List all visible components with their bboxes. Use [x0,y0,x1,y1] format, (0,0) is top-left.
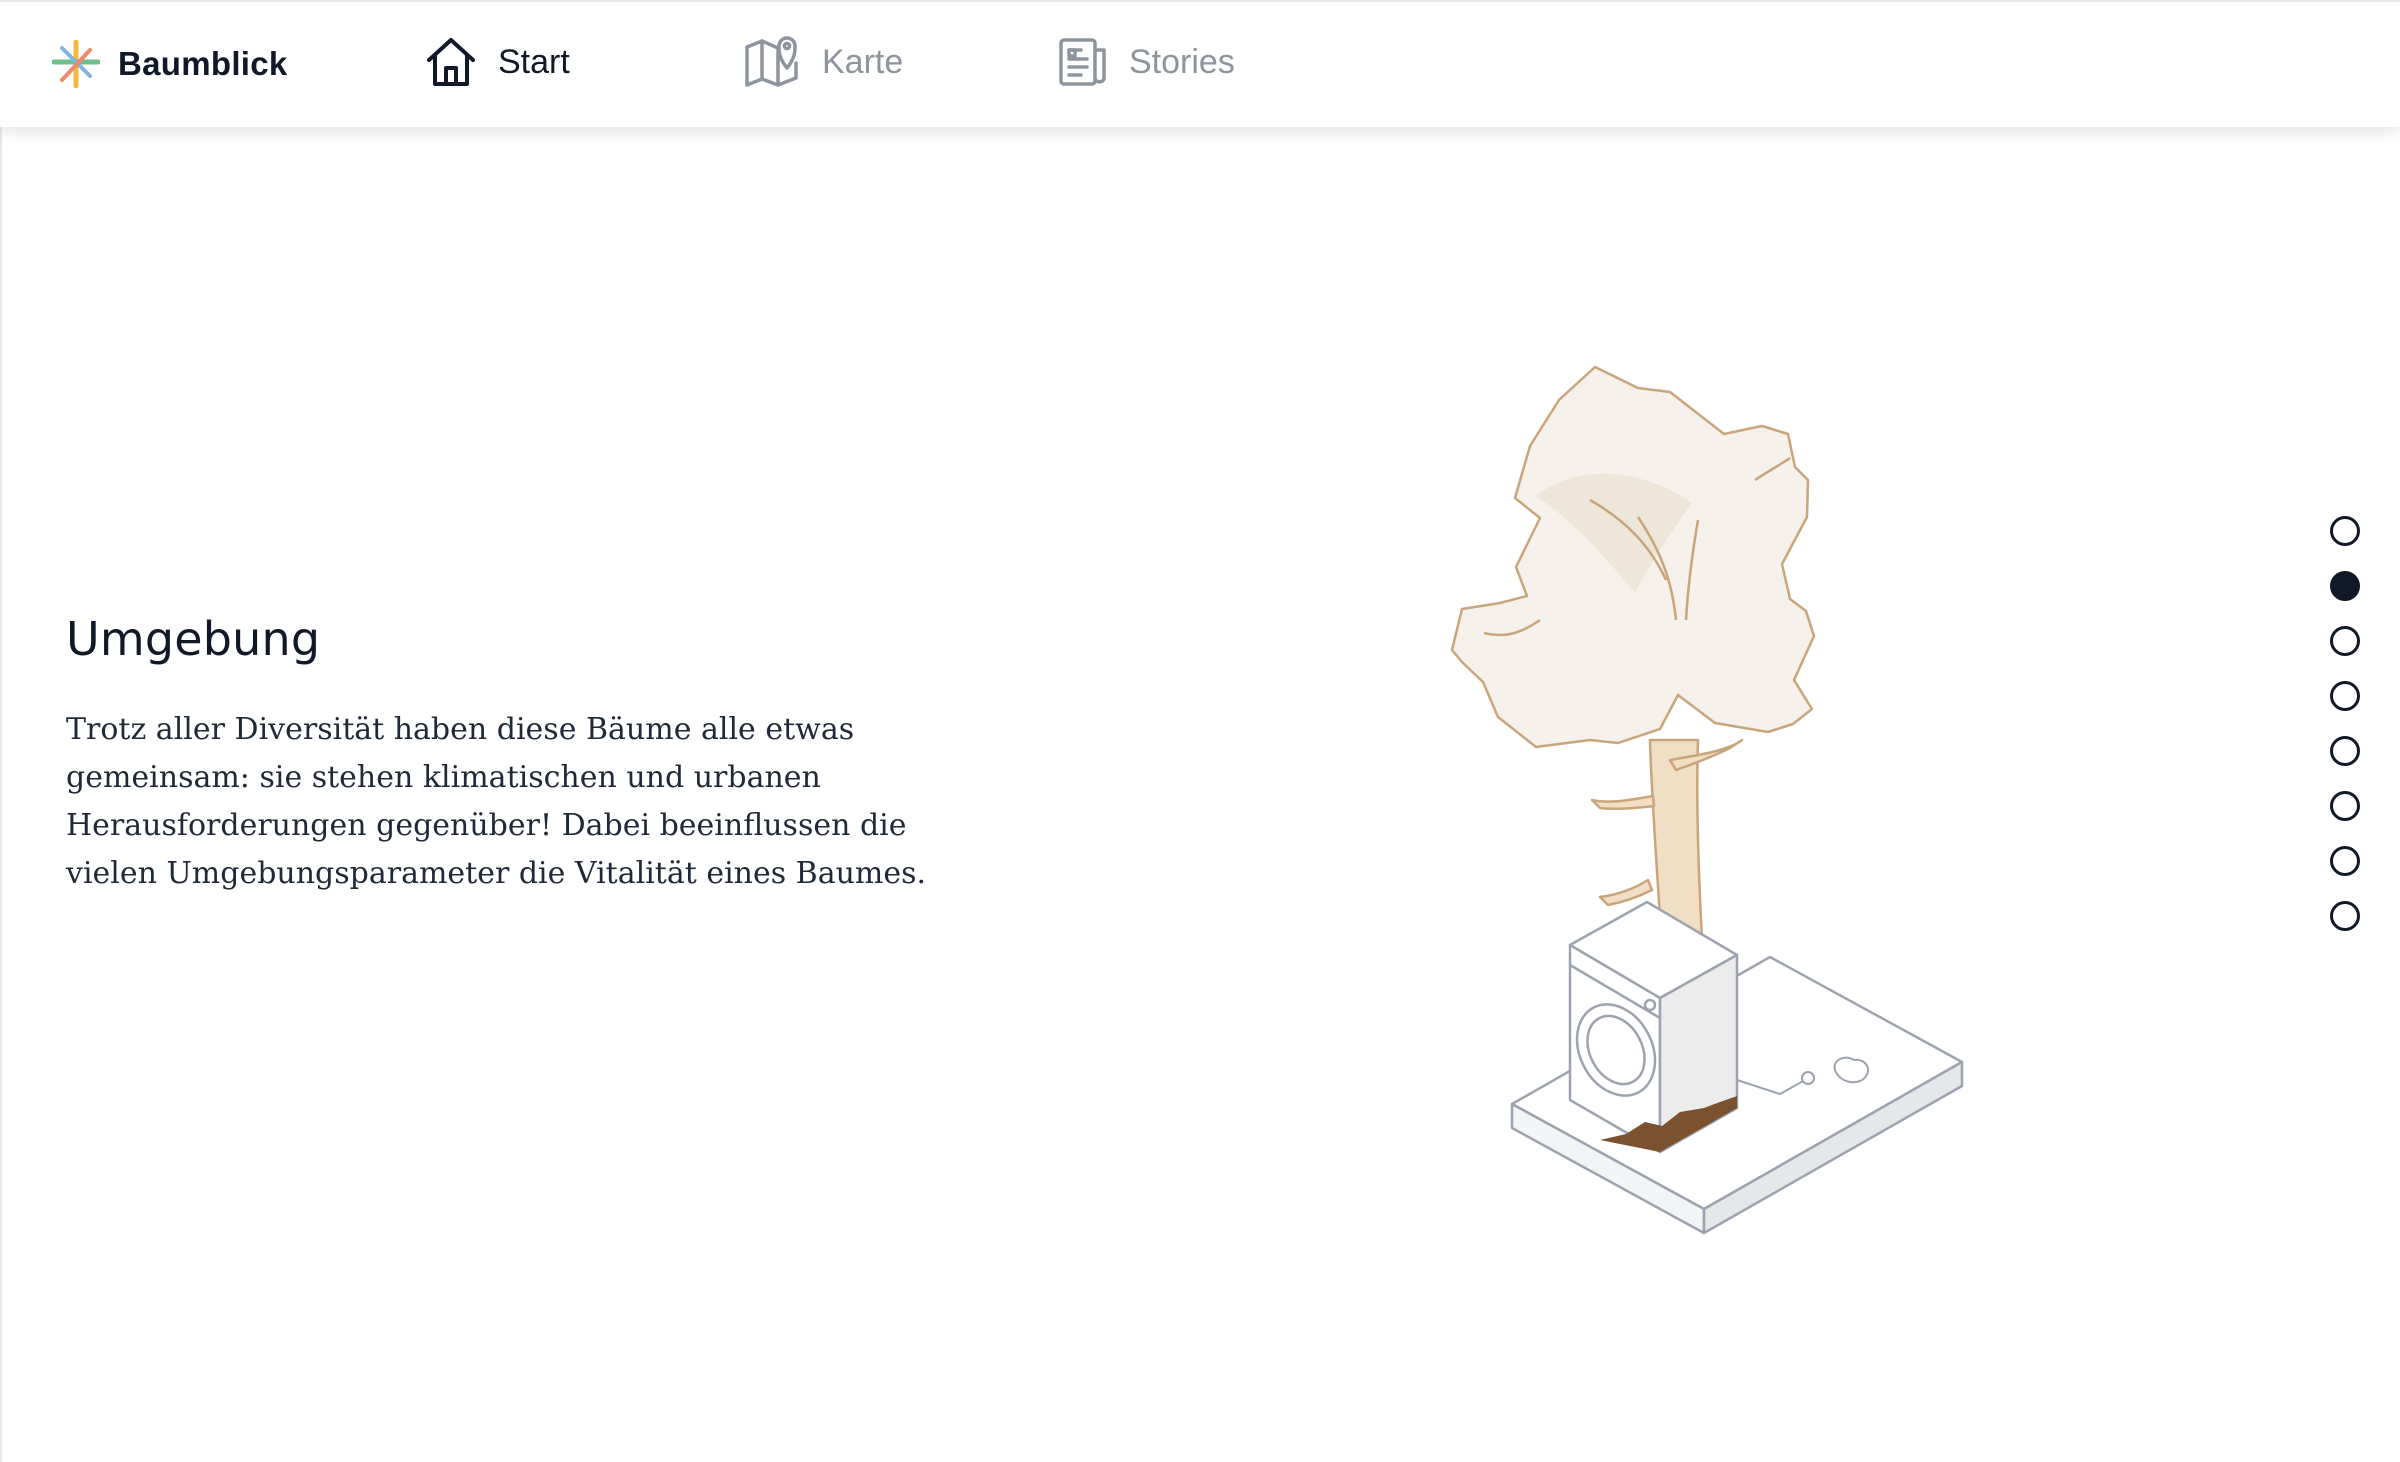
tree-washing-machine-illustration [1450,365,1964,1235]
tree-crown [1450,365,1816,749]
pagination-dot-1[interactable] [2330,516,2360,546]
pagination-dot-8[interactable] [2330,901,2360,931]
page-border [0,127,2,1462]
pagination-dot-5[interactable] [2330,736,2360,766]
nav-karte[interactable]: Karte [744,35,903,89]
nav-start-label: Start [498,42,570,81]
pagination-dot-3[interactable] [2330,626,2360,656]
baumblick-logo-icon [52,40,100,88]
pagination-dot-7[interactable] [2330,846,2360,876]
newspaper-icon [1059,38,1106,86]
section-body: Trotz aller Diversität haben diese Bäume… [66,712,927,891]
brand-name: Baumblick [118,45,288,82]
home-icon [427,38,475,86]
section-title: Umgebung [66,612,321,666]
map-pin-icon [745,36,798,87]
nav-stories[interactable]: Stories [1057,35,1235,89]
pagination-dot-6[interactable] [2330,791,2360,821]
top-navigation: Baumblick Start Karte Stories [0,0,2400,127]
nav-stories-label: Stories [1129,42,1235,81]
section-pagination [2330,516,2364,936]
nav-start[interactable]: Start [424,35,570,89]
pagination-dot-2[interactable] [2330,571,2360,601]
nav-karte-label: Karte [822,42,904,81]
brand-logo[interactable]: Baumblick [52,40,288,88]
pagination-dot-4[interactable] [2330,681,2360,711]
